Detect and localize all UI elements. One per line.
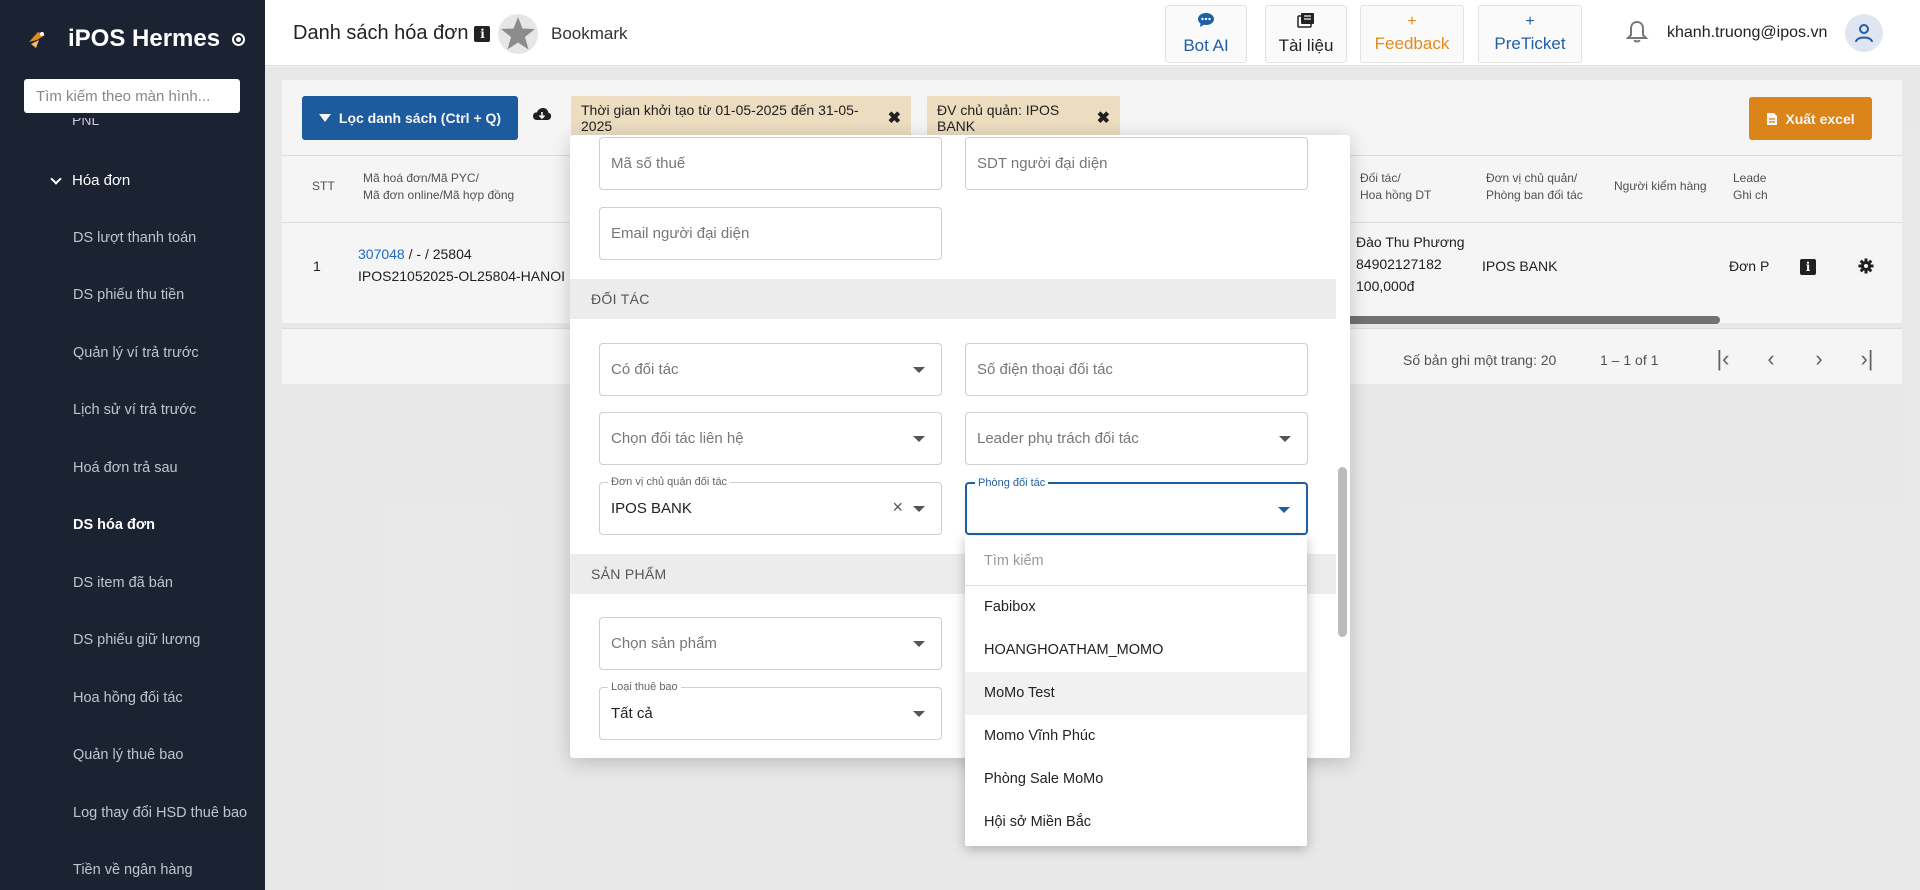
- partner-unit-select[interactable]: Đơn vị chủ quản đối tác IPOS BANK ×: [599, 476, 942, 535]
- feedback-label: Feedback: [1374, 34, 1450, 53]
- bookmark-label[interactable]: Bookmark: [551, 24, 628, 44]
- sidebar-item-payments[interactable]: DS lượt thanh toán: [73, 230, 196, 246]
- docs-label: Tài liệu: [1278, 36, 1334, 55]
- dropdown-search: [965, 536, 1307, 586]
- brand[interactable]: iPOS Hermes: [0, 0, 265, 78]
- dropdown-option[interactable]: MoMo Test: [965, 672, 1307, 715]
- sidebar-item-expiry-log[interactable]: Log thay đổi HSD thuê bao: [73, 805, 247, 821]
- user-icon: [1855, 24, 1873, 43]
- dropdown-option[interactable]: HOANGHOATHAM_MOMO: [965, 629, 1307, 672]
- sidebar-item-wallet-history[interactable]: Lịch sử ví trả trước: [73, 402, 196, 418]
- dropdown-arrow-icon: [913, 367, 925, 373]
- dropdown-option[interactable]: Phòng Sale MoMo: [965, 758, 1307, 801]
- sidebar-search-input[interactable]: [24, 79, 240, 113]
- sidebar-item-subscriptions[interactable]: Quản lý thuê bao: [73, 747, 183, 763]
- partner-unit-value: IPOS BANK: [611, 500, 692, 517]
- docs-button[interactable]: Tài liệu: [1265, 5, 1347, 63]
- product-select[interactable]: Chọn sản phẩm: [599, 617, 942, 670]
- sidebar-item-invoices[interactable]: DS hóa đơn: [73, 517, 155, 533]
- sidebar-item-receipts[interactable]: DS phiếu thu tiền: [73, 287, 184, 303]
- dropdown-arrow-icon: [913, 436, 925, 442]
- radio-icon[interactable]: [232, 32, 246, 46]
- rep-phone-placeholder: SDT người đại diện: [977, 155, 1108, 172]
- sidebar-item-commission[interactable]: Hoa hồng đối tác: [73, 690, 183, 706]
- sidebar-item-sold-items[interactable]: DS item đã bán: [73, 575, 173, 591]
- plus-icon: +: [1407, 13, 1417, 30]
- dropdown-arrow-icon: [1279, 436, 1291, 442]
- info-icon[interactable]: i: [474, 25, 491, 42]
- product-placeholder: Chọn sản phẩm: [611, 635, 717, 652]
- contact-partner-placeholder: Chọn đối tác liên hệ: [611, 430, 744, 447]
- has-partner-placeholder: Có đối tác: [611, 361, 679, 378]
- page-title: Danh sách hóa đơn i: [293, 22, 491, 45]
- sidebar-item-postpaid[interactable]: Hoá đơn trả sau: [73, 460, 178, 476]
- dropdown-arrow-icon: [913, 711, 925, 717]
- dropdown-option[interactable]: Hội sở Miền Bắc: [965, 801, 1307, 844]
- dropdown-arrow-icon: [913, 641, 925, 647]
- subscription-type-select[interactable]: Loại thuê bao Tất cả: [599, 681, 942, 740]
- library-icon: [1297, 12, 1315, 32]
- user-email[interactable]: khanh.truong@ipos.vn: [1667, 24, 1827, 42]
- plus-icon: +: [1525, 13, 1535, 30]
- section-partner: ĐỐI TÁC: [570, 279, 1336, 319]
- partner-dept-dropdown: Fabibox HOANGHOATHAM_MOMO MoMo Test Momo…: [965, 536, 1307, 846]
- sidebar-item-prepaid-wallet[interactable]: Quản lý ví trả trước: [73, 345, 199, 361]
- rep-phone-field[interactable]: SDT người đại diện: [965, 137, 1308, 190]
- sidebar-group-label: Hóa đơn: [72, 172, 131, 189]
- chevron-down-icon: [50, 172, 62, 185]
- dropdown-arrow-icon: [913, 506, 925, 512]
- close-icon[interactable]: ×: [892, 497, 903, 518]
- sidebar-menu: PNL Hóa đơn DS lượt thanh toán DS phiếu …: [0, 118, 265, 890]
- tax-code-field[interactable]: Mã số thuế: [599, 137, 942, 190]
- partner-unit-label: Đơn vị chủ quản đối tác: [608, 476, 731, 488]
- leader-placeholder: Leader phụ trách đối tác: [977, 430, 1139, 447]
- sidebar-item-cut[interactable]: PNL: [72, 118, 99, 128]
- partner-phone-field[interactable]: Số điện thoại đối tác: [965, 343, 1308, 396]
- sidebar: iPOS Hermes PNL Hóa đơn DS lượt thanh to…: [0, 0, 265, 890]
- dropdown-search-input[interactable]: [965, 536, 1307, 586]
- dropdown-arrow-icon: [1278, 507, 1290, 513]
- bell-icon[interactable]: [1623, 18, 1651, 46]
- tax-code-placeholder: Mã số thuế: [611, 155, 686, 172]
- section-product-title: SẢN PHẨM: [591, 566, 667, 582]
- chat-icon: [1197, 12, 1215, 32]
- star-icon[interactable]: [497, 13, 539, 55]
- modal-scrollbar[interactable]: [1338, 467, 1347, 637]
- leader-select[interactable]: Leader phụ trách đối tác: [965, 412, 1308, 465]
- partner-dept-label: Phòng đối tác: [975, 477, 1049, 489]
- rep-email-field[interactable]: Email người đại diện: [599, 207, 942, 260]
- brand-logo-icon: [24, 26, 50, 52]
- bot-ai-label: Bot AI: [1183, 36, 1229, 55]
- dropdown-option[interactable]: Fabibox: [965, 586, 1307, 629]
- rep-email-placeholder: Email người đại diện: [611, 225, 750, 242]
- brand-name: iPOS Hermes: [68, 25, 221, 52]
- preticket-label: PreTicket: [1494, 34, 1566, 53]
- subscription-type-value: Tất cả: [611, 705, 653, 722]
- sidebar-item-salary-hold[interactable]: DS phiếu giữ lương: [73, 632, 200, 648]
- contact-partner-select[interactable]: Chọn đối tác liên hệ: [599, 412, 942, 465]
- page-title-text: Danh sách hóa đơn: [293, 22, 469, 44]
- feedback-button[interactable]: + Feedback: [1360, 5, 1464, 63]
- top-header: Danh sách hóa đơn i Bookmark Bot AI Tài …: [265, 0, 1920, 66]
- has-partner-select[interactable]: Có đối tác: [599, 343, 942, 396]
- dropdown-option[interactable]: Momo Vĩnh Phúc: [965, 715, 1307, 758]
- preticket-button[interactable]: + PreTicket: [1478, 5, 1582, 63]
- sidebar-group-invoice[interactable]: Hóa đơn: [50, 172, 131, 189]
- partner-dept-select[interactable]: Phòng đối tác: [965, 477, 1308, 535]
- subscription-type-label: Loại thuê bao: [608, 681, 681, 693]
- partner-phone-placeholder: Số điện thoại đối tác: [977, 361, 1113, 378]
- avatar[interactable]: [1845, 14, 1883, 52]
- bot-ai-button[interactable]: Bot AI: [1165, 5, 1247, 63]
- sidebar-item-bank[interactable]: Tiền về ngân hàng: [73, 862, 193, 878]
- section-partner-title: ĐỐI TÁC: [591, 291, 650, 307]
